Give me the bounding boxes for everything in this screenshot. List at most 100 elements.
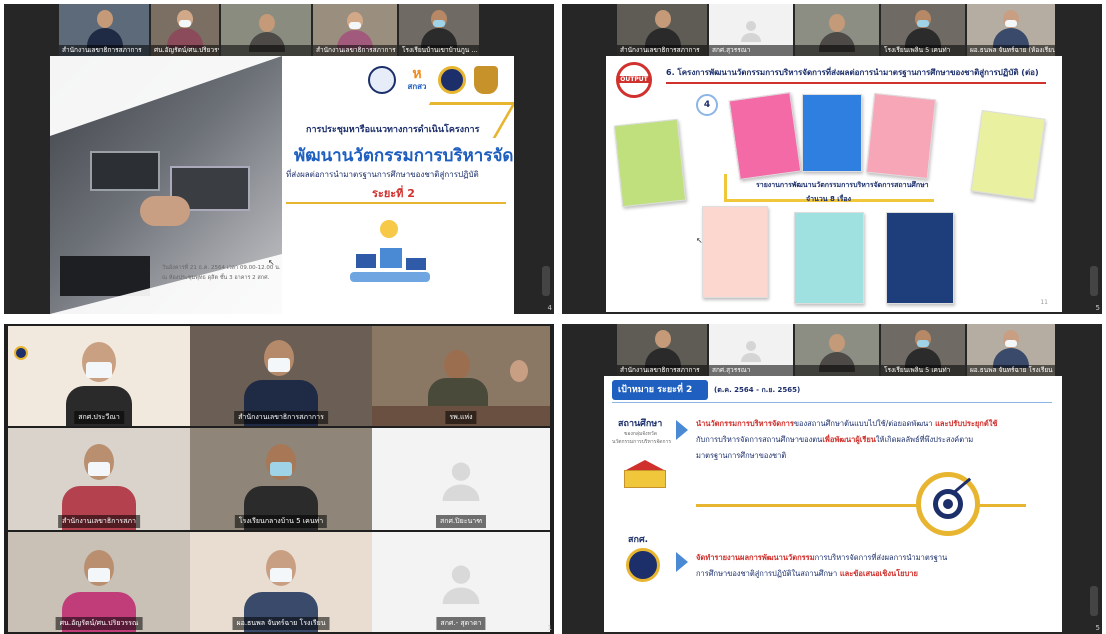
goal-label-box: เป้าหมาย ระยะที่ 2 <box>612 380 708 400</box>
participant-tile[interactable]: สำนักงานเลขาธิการสภาการ <box>190 326 372 426</box>
participant-name: สำนักงานเลขาธิการสภา <box>58 515 140 528</box>
participant-name: สำนักงานเลขาธิการสภาการ <box>59 45 149 56</box>
participant-thumbnail[interactable]: สำนักงานเลขาธิการสภาการ <box>313 4 397 56</box>
report-book-cover <box>970 109 1046 201</box>
participant-counter: 1 <box>547 624 552 632</box>
participant-thumbnail[interactable] <box>795 324 879 376</box>
shared-slide: ห สกสว การประชุมหารือแนวทางการดำเนินโครง… <box>50 56 514 314</box>
goal-underline <box>612 402 1052 403</box>
participant-name: ผอ.ธนพล จันทร์ฉาย โรงเรียน <box>232 617 330 630</box>
report-book-cover <box>613 118 687 208</box>
platform-shape <box>350 272 430 282</box>
block-shape <box>406 258 426 270</box>
face-mask <box>917 20 929 27</box>
school-text-line-1: นำนวัตกรรมการบริหารจัดการของสถานศึกษาต้น… <box>696 418 997 430</box>
school-text-c: และปรับประยุกต์ใช้ <box>932 419 998 428</box>
number-circle: 4 <box>696 94 718 116</box>
gold-divider <box>286 202 506 204</box>
school-line-2b: เพื่อพัฒนาผู้เรียน <box>822 435 876 444</box>
participant-thumbnail[interactable] <box>795 4 879 56</box>
participant-thumbnail[interactable]: โรงเรียนบ้านเขาบ้านกูน ... (ห้องประชุม) <box>399 4 479 56</box>
school-sub-2: นวัตกรรมการบริหารจัดการ <box>612 439 672 445</box>
block-shape <box>356 254 376 268</box>
participant-name: สกศ.ปิยะนาฑ <box>435 515 487 528</box>
onec-text-line-1: จัดทำรายงานผลการพัฒนานวัตกรรมการบริหารจั… <box>696 552 947 564</box>
participant-body <box>428 378 488 408</box>
face-mask <box>270 568 292 582</box>
report-book-cover <box>886 212 954 304</box>
participant-name: ศน.อัญรัตน์/ศน.ปริยวรรณ <box>151 45 219 56</box>
participant-thumbnail[interactable]: โรงเรียนเพลิน 5 เคนท่า <box>881 4 965 56</box>
participant-tile[interactable]: สกศ.ประวีณา <box>8 326 190 426</box>
university-seal-icon <box>368 66 396 94</box>
target-icon <box>916 472 980 536</box>
participant-thumbnail[interactable]: โรงเรียนเพลิน 5 เคนท่า <box>881 324 965 376</box>
participant-strip: สำนักงานเลขาธิการสภาการ สกศ.สุวรรณา โรงเ… <box>617 4 1057 56</box>
scrollbar[interactable] <box>1090 586 1098 616</box>
photo-mask-bottom <box>50 254 282 314</box>
participant-thumbnail[interactable]: ศน.อัญรัตน์/ศน.ปริยวรรณ <box>151 4 219 56</box>
participant-tile[interactable]: โรงเรียนกลางบ้าน 5 เคนท่า <box>190 428 372 530</box>
shared-slide: OUTPUT 6. โครงการพัฒนานวัตกรรมการบริหารจ… <box>606 56 1062 312</box>
avatar-placeholder-icon <box>741 21 761 42</box>
avatar-placeholder-icon <box>741 341 761 362</box>
logo-row: ห สกสว <box>368 66 508 96</box>
participant-face <box>829 14 845 32</box>
report-book-cover <box>702 206 768 298</box>
participant-thumbnail[interactable]: สกศ.สุวรรณา <box>709 324 793 376</box>
participant-thumbnail[interactable]: สกศ.สุวรรณา <box>709 4 793 56</box>
participant-name: สำนักงานเลขาธิการสภาการ <box>313 45 397 56</box>
meeting-place: ณ ห้องประชุมพุทธ ดุสิต ชั้น 3 อาคาร 2 สก… <box>162 275 270 281</box>
emblem-icon <box>474 66 498 94</box>
report-book-cover <box>794 212 864 304</box>
goal-label: เป้าหมาย ระยะที่ 2 <box>618 385 693 395</box>
laptop-shape <box>90 151 160 191</box>
participant-face <box>97 10 113 28</box>
participant-thumbnail[interactable]: สำนักงานเลขาธิการสภาการ <box>59 4 149 56</box>
participant-tile[interactable]: รพ.แห่ง <box>372 326 550 426</box>
gallery-panel-bottom-left[interactable]: สกศ.ประวีณา สำนักงานเลขาธิการสภาการ รพ.แ… <box>4 324 554 634</box>
scrollbar[interactable] <box>542 266 550 296</box>
number-circle-value: 4 <box>703 100 711 110</box>
participant-name: สกศ.- สุดาดา <box>436 617 486 630</box>
participant-thumbnail[interactable]: สำนักงานเลขาธิการสภาการ <box>617 4 707 56</box>
video-panel-bottom-right[interactable]: สำนักงานเลขาธิการสภาการ สกศ.สุวรรณา โรงเ… <box>562 324 1102 634</box>
participant-thumbnail[interactable]: ผอ.ธนพล จันทร์ฉาย โรงเรียน <box>967 324 1055 376</box>
participant-tile[interactable]: สกศ.- สุดาดา <box>372 532 550 632</box>
participant-thumbnail[interactable] <box>221 4 311 56</box>
onec-text-a: จัดทำรายงานผลการพัฒนานวัตกรรม <box>696 553 815 562</box>
participant-tile[interactable]: ผอ.ธนพล จันทร์ฉาย โรงเรียน <box>190 532 372 632</box>
participant-name <box>795 45 879 56</box>
video-panel-top-right[interactable]: สำนักงานเลขาธิการสภาการ สกศ.สุวรรณา โรงเ… <box>562 4 1102 314</box>
banner-line-2: จำนวน 8 เรื่อง <box>806 195 852 203</box>
participant-tile[interactable]: ศน.อัญรัตน์/ศน.ปริยวรรณ <box>8 532 190 632</box>
face-mask <box>349 22 361 29</box>
slide-tagline: ที่ส่งผลต่อการนำมาตรฐานการศึกษาของชาติสู… <box>286 170 479 179</box>
people-illustration <box>350 220 430 290</box>
onec-line-2a: การศึกษาของชาติสู่การปฏิบัติในสถานศึกษา <box>696 569 838 578</box>
school-line-2c: ให้เกิดผลลัพธ์ที่พึงประสงค์ตาม <box>875 435 974 444</box>
cursor-icon: ↖ <box>268 258 275 267</box>
avatar-placeholder-icon <box>442 565 480 604</box>
participant-tile[interactable]: สำนักงานเลขาธิการสภา <box>8 428 190 530</box>
participant-face <box>655 10 671 28</box>
report-book-cover <box>728 92 802 180</box>
video-panel-top-left[interactable]: สำนักงานเลขาธิการสภาการ ศน.อัญรัตน์/ศน.ป… <box>4 4 554 314</box>
school-line-2a: กับการบริหารจัดการสถานศึกษาของตน <box>696 435 823 444</box>
slide-title: พัฒนานวัตกรรมการบริหารจัดการ <box>294 146 514 166</box>
scrollbar[interactable] <box>1090 266 1098 296</box>
participant-face <box>510 360 528 382</box>
school-text-line-3: มาตรฐานการศึกษาของชาติ <box>696 451 787 460</box>
participant-thumbnail[interactable]: ผอ.ธนพล จันทร์ฉาย (ห้องเรียน) <box>967 4 1055 56</box>
participant-name: ผอ.ธนพล จันทร์ฉาย (ห้องเรียน) <box>967 45 1055 56</box>
face-mask <box>433 20 445 27</box>
onec-seal-icon <box>14 346 28 360</box>
participant-name: โรงเรียนกลางบ้าน 5 เคนท่า <box>234 515 328 528</box>
participant-name: ศน.อัญรัตน์/ศน.ปริยวรรณ <box>55 617 143 630</box>
participant-tile[interactable]: สกศ.ปิยะนาฑ <box>372 428 550 530</box>
slide-page-number: 11 <box>1040 299 1048 306</box>
arrow-right-icon <box>676 420 688 440</box>
face-mask <box>86 362 112 378</box>
participant-name: สำนักงานเลขาธิการสภาการ <box>617 365 707 376</box>
participant-thumbnail[interactable]: สำนักงานเลขาธิการสภาการ <box>617 324 707 376</box>
